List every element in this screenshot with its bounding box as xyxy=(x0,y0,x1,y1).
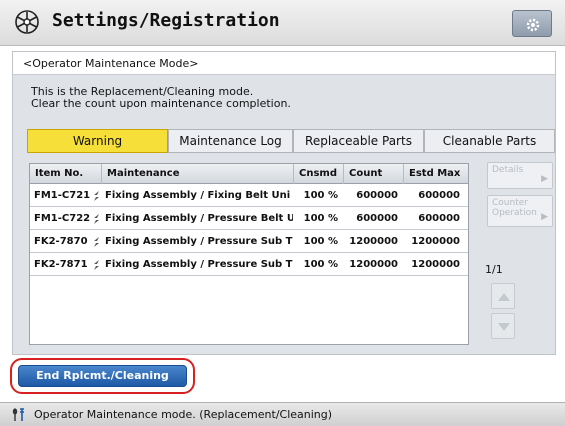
settings-button[interactable] xyxy=(512,10,552,37)
details-button[interactable]: Details ▶ xyxy=(487,162,553,189)
estd-max-value: 1200000 xyxy=(411,259,460,270)
table-row[interactable]: FM1-C722 Fixing Assembly / Pressure Belt… xyxy=(30,208,468,230)
item-no: FM1-C721 xyxy=(34,190,91,201)
gear-icon xyxy=(526,18,540,32)
column-header-maintenance: Maintenance xyxy=(102,164,294,184)
mode-label: <Operator Maintenance Mode> xyxy=(23,57,199,70)
estd-max-value: 1200000 xyxy=(411,236,460,247)
cycle-arrows-icon xyxy=(94,260,99,270)
maintenance-table: Item No. Maintenance Cnsmd Count Estd Ma… xyxy=(29,163,469,345)
main-panel: <Operator Maintenance Mode> This is the … xyxy=(12,51,556,355)
table-row[interactable]: FK2-7870 Fixing Assembly / Pressure Sub … xyxy=(30,231,468,253)
page-title: Settings/Registration xyxy=(52,10,280,31)
settings-registration-icon xyxy=(15,10,39,34)
wrench-icon xyxy=(12,408,24,421)
cycle-arrows-icon xyxy=(94,214,99,224)
count-value: 600000 xyxy=(356,190,398,201)
cnsmd-value: 100 % xyxy=(303,190,338,201)
column-header-item-no: Item No. xyxy=(30,164,102,184)
end-replacement-cleaning-button[interactable]: End Rplcmt./Cleaning xyxy=(18,365,187,387)
cycle-arrows-icon xyxy=(94,237,99,247)
tab-replaceable-parts[interactable]: Replaceable Parts xyxy=(293,129,424,153)
item-no: FM1-C722 xyxy=(34,213,91,224)
tab-maintenance-log[interactable]: Maintenance Log xyxy=(168,129,293,153)
operation-label: Operation xyxy=(492,208,537,218)
maintenance-item: Fixing Assembly / Pressure Sub Th xyxy=(105,259,293,270)
column-header-cnsmd: Cnsmd xyxy=(294,164,344,184)
up-arrow-icon xyxy=(498,293,510,301)
details-label: Details xyxy=(492,165,524,175)
message-line: Clear the count upon maintenance complet… xyxy=(31,97,291,110)
tab-warning[interactable]: Warning xyxy=(27,129,168,153)
estd-max-value: 600000 xyxy=(418,190,460,201)
maintenance-item: Fixing Assembly / Fixing Belt Uni xyxy=(105,190,291,201)
cnsmd-value: 100 % xyxy=(303,259,338,270)
cnsmd-value: 100 % xyxy=(303,236,338,247)
tab-bar: Warning Maintenance Log Replaceable Part… xyxy=(27,129,555,153)
column-header-count: Count xyxy=(344,164,404,184)
estd-max-value: 600000 xyxy=(418,213,460,224)
count-value: 1200000 xyxy=(349,236,398,247)
cnsmd-value: 100 % xyxy=(303,213,338,224)
status-message: Operator Maintenance mode. (Replacement/… xyxy=(34,408,333,421)
scroll-up-button[interactable] xyxy=(491,283,515,309)
chevron-right-icon: ▶ xyxy=(541,212,548,222)
down-arrow-icon xyxy=(498,323,510,331)
page-indicator: 1/1 xyxy=(485,263,503,276)
cycle-arrows-icon xyxy=(94,191,99,201)
item-no: FK2-7870 xyxy=(34,236,88,247)
column-header-estd-max: Estd Max xyxy=(409,168,461,179)
table-row[interactable]: FK2-7871 Fixing Assembly / Pressure Sub … xyxy=(30,254,468,276)
tab-cleanable-parts[interactable]: Cleanable Parts xyxy=(424,129,555,153)
count-value: 600000 xyxy=(356,213,398,224)
title-bar: Settings/Registration xyxy=(0,0,565,46)
chevron-right-icon: ▶ xyxy=(541,174,548,184)
item-no: FK2-7871 xyxy=(34,259,88,270)
mode-bar: <Operator Maintenance Mode> xyxy=(13,52,555,75)
maintenance-item: Fixing Assembly / Pressure Sub Th xyxy=(105,236,293,247)
count-value: 1200000 xyxy=(349,259,398,270)
maintenance-item: Fixing Assembly / Pressure Belt U xyxy=(105,213,293,224)
table-row[interactable]: FM1-C721 Fixing Assembly / Fixing Belt U… xyxy=(30,185,468,207)
status-bar: Operator Maintenance mode. (Replacement/… xyxy=(0,402,565,426)
end-button-highlight: End Rplcmt./Cleaning xyxy=(10,358,195,394)
scroll-down-button[interactable] xyxy=(491,313,515,339)
counter-label: Counter xyxy=(492,198,528,208)
counter-operation-button[interactable]: Counter Operation ▶ xyxy=(487,195,553,227)
table-header: Item No. Maintenance Cnsmd Count Estd Ma… xyxy=(30,164,468,184)
instruction-message: This is the Replacement/Cleaning mode. C… xyxy=(31,86,291,110)
